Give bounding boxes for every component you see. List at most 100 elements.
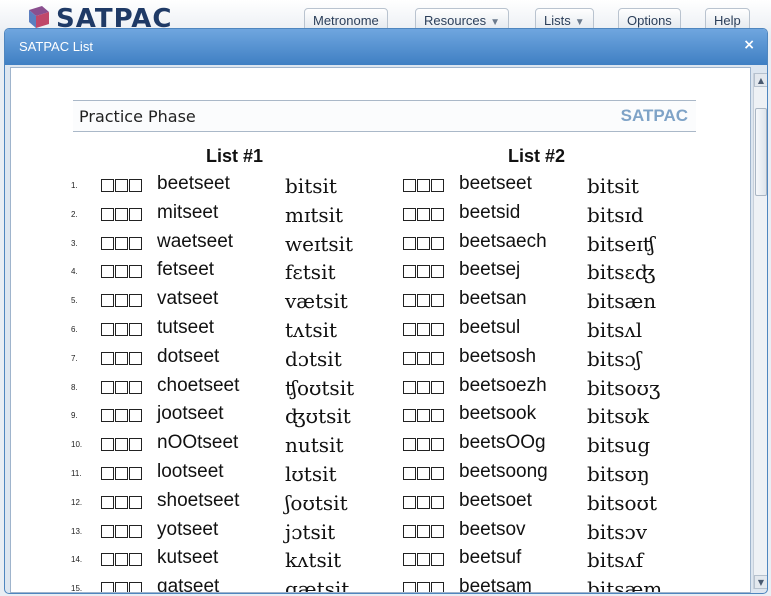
- score-checkbox[interactable]: [129, 207, 142, 221]
- score-checkbox[interactable]: [431, 207, 444, 221]
- score-checkbox[interactable]: [129, 294, 142, 308]
- score-checkbox[interactable]: [115, 179, 128, 192]
- score-checkbox[interactable]: [129, 438, 142, 452]
- score-checkbox[interactable]: [403, 236, 416, 250]
- score-checkbox[interactable]: [115, 582, 128, 592]
- score-checkbox[interactable]: [129, 582, 142, 592]
- score-checkbox[interactable]: [417, 467, 430, 480]
- score-checkbox[interactable]: [101, 467, 114, 480]
- score-checkbox[interactable]: [129, 467, 142, 480]
- scroll-up-icon[interactable]: ▲: [754, 73, 767, 87]
- score-checkbox[interactable]: [129, 265, 142, 279]
- score-checkbox[interactable]: [403, 380, 416, 394]
- score-checkbox[interactable]: [101, 553, 114, 567]
- score-checkbox[interactable]: [431, 294, 444, 308]
- score-checkbox[interactable]: [101, 582, 114, 592]
- ipa-transcription: jɔtsit: [285, 519, 336, 544]
- score-checkbox[interactable]: [417, 380, 430, 394]
- score-checkbox[interactable]: [115, 553, 128, 567]
- close-icon[interactable]: ×: [743, 37, 755, 53]
- score-checkbox[interactable]: [417, 351, 430, 365]
- score-checkbox[interactable]: [115, 236, 128, 250]
- nonsense-word: jootseet: [157, 403, 224, 425]
- scrollbar-thumb[interactable]: [755, 108, 767, 196]
- score-checkbox[interactable]: [115, 438, 128, 452]
- score-checkbox[interactable]: [101, 323, 114, 336]
- score-checkbox[interactable]: [101, 438, 114, 452]
- score-checkbox[interactable]: [115, 495, 128, 509]
- score-checkbox[interactable]: [403, 438, 416, 452]
- score-checkbox[interactable]: [115, 524, 128, 538]
- score-checkbox[interactable]: [403, 179, 416, 192]
- score-checkbox[interactable]: [431, 524, 444, 538]
- score-checkbox[interactable]: [129, 524, 142, 538]
- score-checkbox[interactable]: [431, 179, 444, 192]
- score-checkbox[interactable]: [101, 380, 114, 394]
- score-checkbox[interactable]: [403, 524, 416, 538]
- score-checkbox[interactable]: [417, 265, 430, 279]
- score-checkbox[interactable]: [101, 236, 114, 250]
- score-checkbox[interactable]: [129, 409, 142, 423]
- score-checkbox[interactable]: [115, 207, 128, 221]
- score-checkbox[interactable]: [417, 495, 430, 509]
- score-checkbox[interactable]: [101, 207, 114, 221]
- vertical-scrollbar[interactable]: ▲ ▼: [753, 73, 767, 589]
- score-checkbox[interactable]: [417, 207, 430, 221]
- score-checkbox[interactable]: [417, 294, 430, 308]
- score-checkbox[interactable]: [101, 179, 114, 192]
- score-checkbox[interactable]: [101, 495, 114, 509]
- score-checkbox[interactable]: [101, 524, 114, 538]
- score-checkbox[interactable]: [417, 438, 430, 452]
- score-checkbox[interactable]: [403, 467, 416, 480]
- score-checkbox[interactable]: [417, 179, 430, 192]
- score-checkbox[interactable]: [417, 323, 430, 336]
- score-checkbox[interactable]: [101, 294, 114, 308]
- score-checkbox[interactable]: [129, 236, 142, 250]
- score-checkbox[interactable]: [115, 380, 128, 394]
- score-checkbox[interactable]: [115, 409, 128, 423]
- score-checkbox[interactable]: [129, 323, 142, 336]
- score-checkbox[interactable]: [129, 351, 142, 365]
- score-checkbox[interactable]: [115, 265, 128, 279]
- score-checkbox[interactable]: [431, 495, 444, 509]
- score-checkbox[interactable]: [431, 438, 444, 452]
- score-checkbox[interactable]: [101, 265, 114, 279]
- score-checkbox[interactable]: [431, 323, 444, 336]
- score-checkbox[interactable]: [431, 380, 444, 394]
- score-checkbox[interactable]: [403, 495, 416, 509]
- score-checkbox[interactable]: [431, 351, 444, 365]
- score-checkbox[interactable]: [403, 553, 416, 567]
- score-checkbox[interactable]: [431, 467, 444, 480]
- score-checkbox[interactable]: [431, 265, 444, 279]
- score-checkbox[interactable]: [403, 323, 416, 336]
- score-checkbox[interactable]: [403, 294, 416, 308]
- score-checkbox[interactable]: [101, 409, 114, 423]
- score-checkbox[interactable]: [115, 323, 128, 336]
- score-checkbox[interactable]: [417, 582, 430, 592]
- score-checkbox[interactable]: [129, 179, 142, 192]
- list-item: 13. yotseet jɔtsit: [71, 517, 371, 545]
- dialog-title: SATPAC List: [19, 39, 93, 54]
- score-checkbox[interactable]: [129, 495, 142, 509]
- score-checkbox[interactable]: [115, 351, 128, 365]
- score-checkbox[interactable]: [129, 553, 142, 567]
- score-checkbox[interactable]: [417, 409, 430, 423]
- score-checkbox[interactable]: [403, 207, 416, 221]
- scroll-down-icon[interactable]: ▼: [754, 575, 767, 589]
- score-checkbox[interactable]: [115, 294, 128, 308]
- dialog-titlebar[interactable]: SATPAC List ×: [5, 29, 767, 65]
- score-checkbox[interactable]: [431, 553, 444, 567]
- score-checkbox[interactable]: [417, 236, 430, 250]
- score-checkbox[interactable]: [431, 582, 444, 592]
- score-checkbox[interactable]: [431, 409, 444, 423]
- score-checkbox[interactable]: [403, 409, 416, 423]
- score-checkbox[interactable]: [403, 265, 416, 279]
- score-checkbox[interactable]: [403, 351, 416, 365]
- score-checkbox[interactable]: [115, 467, 128, 480]
- score-checkbox[interactable]: [101, 351, 114, 365]
- score-checkbox[interactable]: [403, 582, 416, 592]
- score-checkbox[interactable]: [431, 236, 444, 250]
- score-checkbox[interactable]: [417, 553, 430, 567]
- score-checkbox[interactable]: [417, 524, 430, 538]
- score-checkbox[interactable]: [129, 380, 142, 394]
